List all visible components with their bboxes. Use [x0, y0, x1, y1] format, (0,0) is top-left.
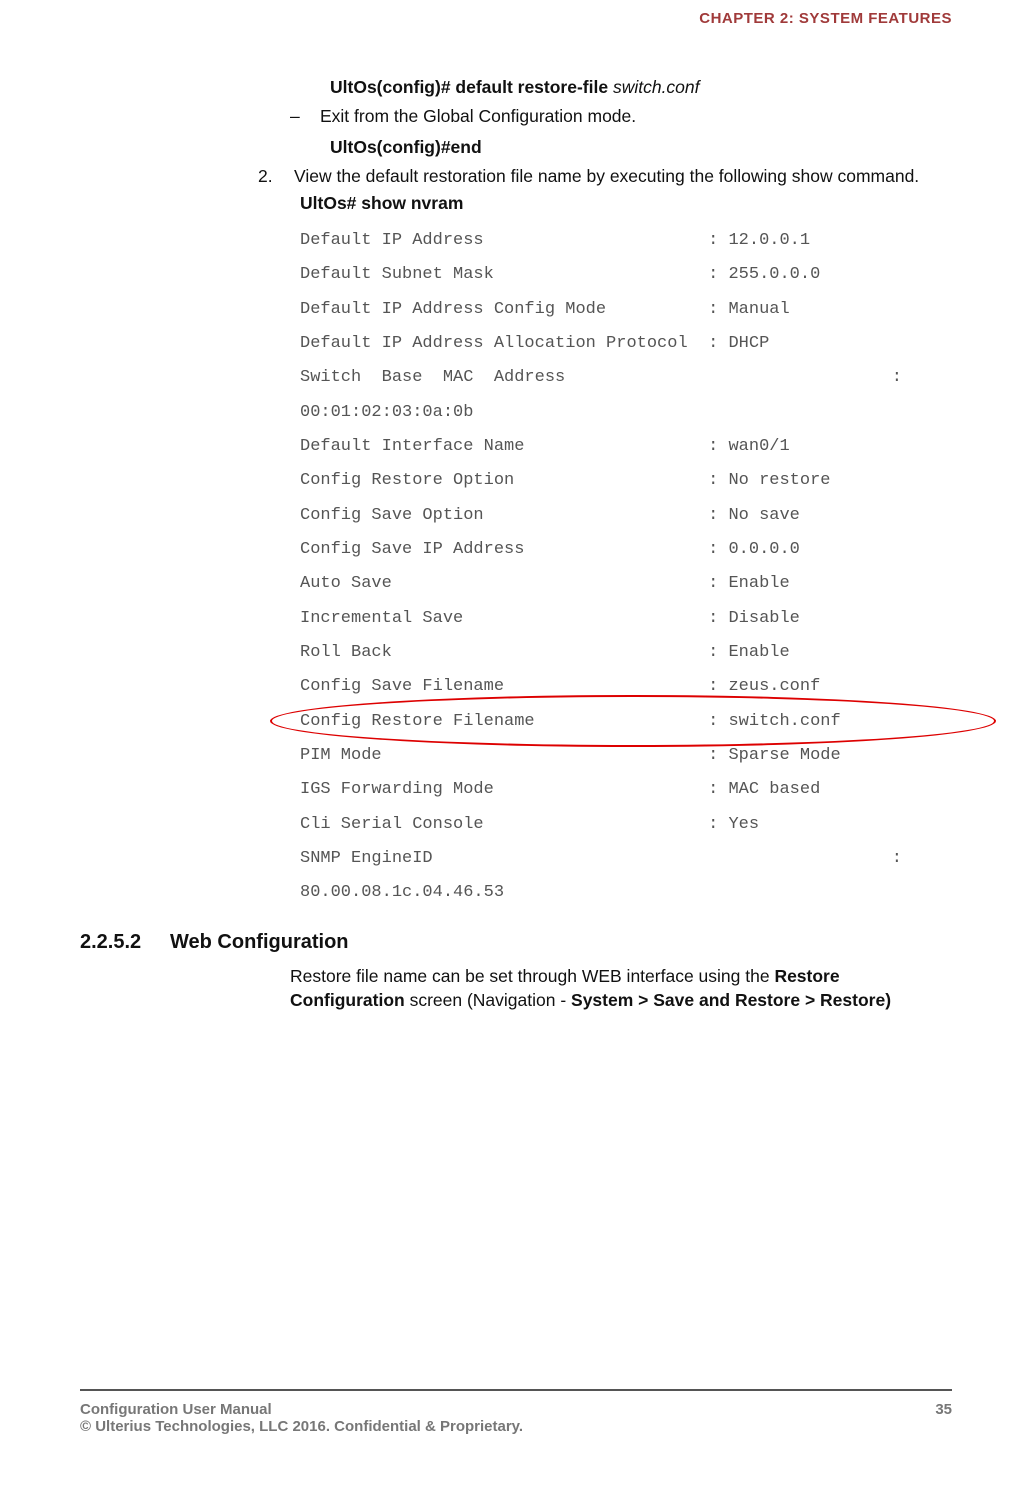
section-title: Web Configuration — [170, 931, 349, 953]
command-end: UltOs(config)#end — [330, 137, 952, 158]
nvram-row: Default Interface Name : wan0/1 — [300, 430, 952, 464]
page-footer: Configuration User Manual © Ulterius Tec… — [80, 1389, 952, 1435]
nvram-row: Config Save Option : No save — [300, 499, 952, 533]
nvram-row: SNMP EngineID : 80.00.08.1c.04.46.53 — [300, 842, 952, 911]
dash-text: Exit from the Global Configuration mode. — [320, 106, 636, 127]
step-dash-exit: – Exit from the Global Configuration mod… — [290, 106, 952, 127]
page-number: 35 — [935, 1401, 952, 1435]
dash-icon: – — [290, 106, 304, 127]
nvram-row: Default IP Address : 12.0.0.1 — [300, 224, 952, 258]
command-restore-file: UltOs(config)# default restore-file swit… — [330, 77, 952, 98]
step-2: 2. View the default restoration file nam… — [258, 166, 952, 187]
para-text-mid: screen (Navigation - — [405, 990, 571, 1010]
nvram-output: Default IP Address : 12.0.0.1Default Sub… — [300, 224, 952, 911]
nvram-row: Default IP Address Allocation Protocol :… — [300, 327, 952, 361]
cmd-argument: switch.conf — [613, 77, 700, 97]
nvram-row: Auto Save : Enable — [300, 567, 952, 601]
step-number: 2. — [258, 166, 278, 187]
cmd-prompt: UltOs(config)# default restore-file — [330, 77, 613, 97]
nvram-row: Cli Serial Console : Yes — [300, 808, 952, 842]
nvram-row: Incremental Save : Disable — [300, 602, 952, 636]
nvram-row: Config Save Filename : zeus.conf — [300, 670, 952, 704]
nvram-row: Config Restore Filename : switch.conf — [300, 705, 952, 739]
step-text: View the default restoration file name b… — [294, 166, 919, 187]
nvram-row: Switch Base MAC Address : 00:01:02:03:0a… — [300, 361, 952, 430]
content-block: UltOs(config)# default restore-file swit… — [290, 77, 952, 911]
nvram-row: Config Save IP Address : 0.0.0.0 — [300, 533, 952, 567]
section-number: 2.2.5.2 — [80, 931, 170, 954]
section-paragraph: Restore file name can be set through WEB… — [290, 964, 952, 1013]
chapter-header: CHAPTER 2: SYSTEM FEATURES — [80, 10, 952, 27]
footer-manual-title: Configuration User Manual — [80, 1401, 523, 1418]
footer-copyright: © Ulterius Technologies, LLC 2016. Confi… — [80, 1418, 523, 1435]
command-show-nvram: UltOs# show nvram — [300, 193, 952, 214]
nvram-row: PIM Mode : Sparse Mode — [300, 739, 952, 773]
nvram-row: Default IP Address Config Mode : Manual — [300, 293, 952, 327]
para-bold-2: System > Save and Restore > Restore) — [571, 990, 891, 1010]
nvram-row: Config Restore Option : No restore — [300, 464, 952, 498]
nvram-row: Default Subnet Mask : 255.0.0.0 — [300, 258, 952, 292]
para-text: Restore file name can be set through WEB… — [290, 966, 774, 986]
nvram-row: Roll Back : Enable — [300, 636, 952, 670]
nvram-row: IGS Forwarding Mode : MAC based — [300, 773, 952, 807]
section-heading: 2.2.5.2Web Configuration — [80, 931, 952, 954]
